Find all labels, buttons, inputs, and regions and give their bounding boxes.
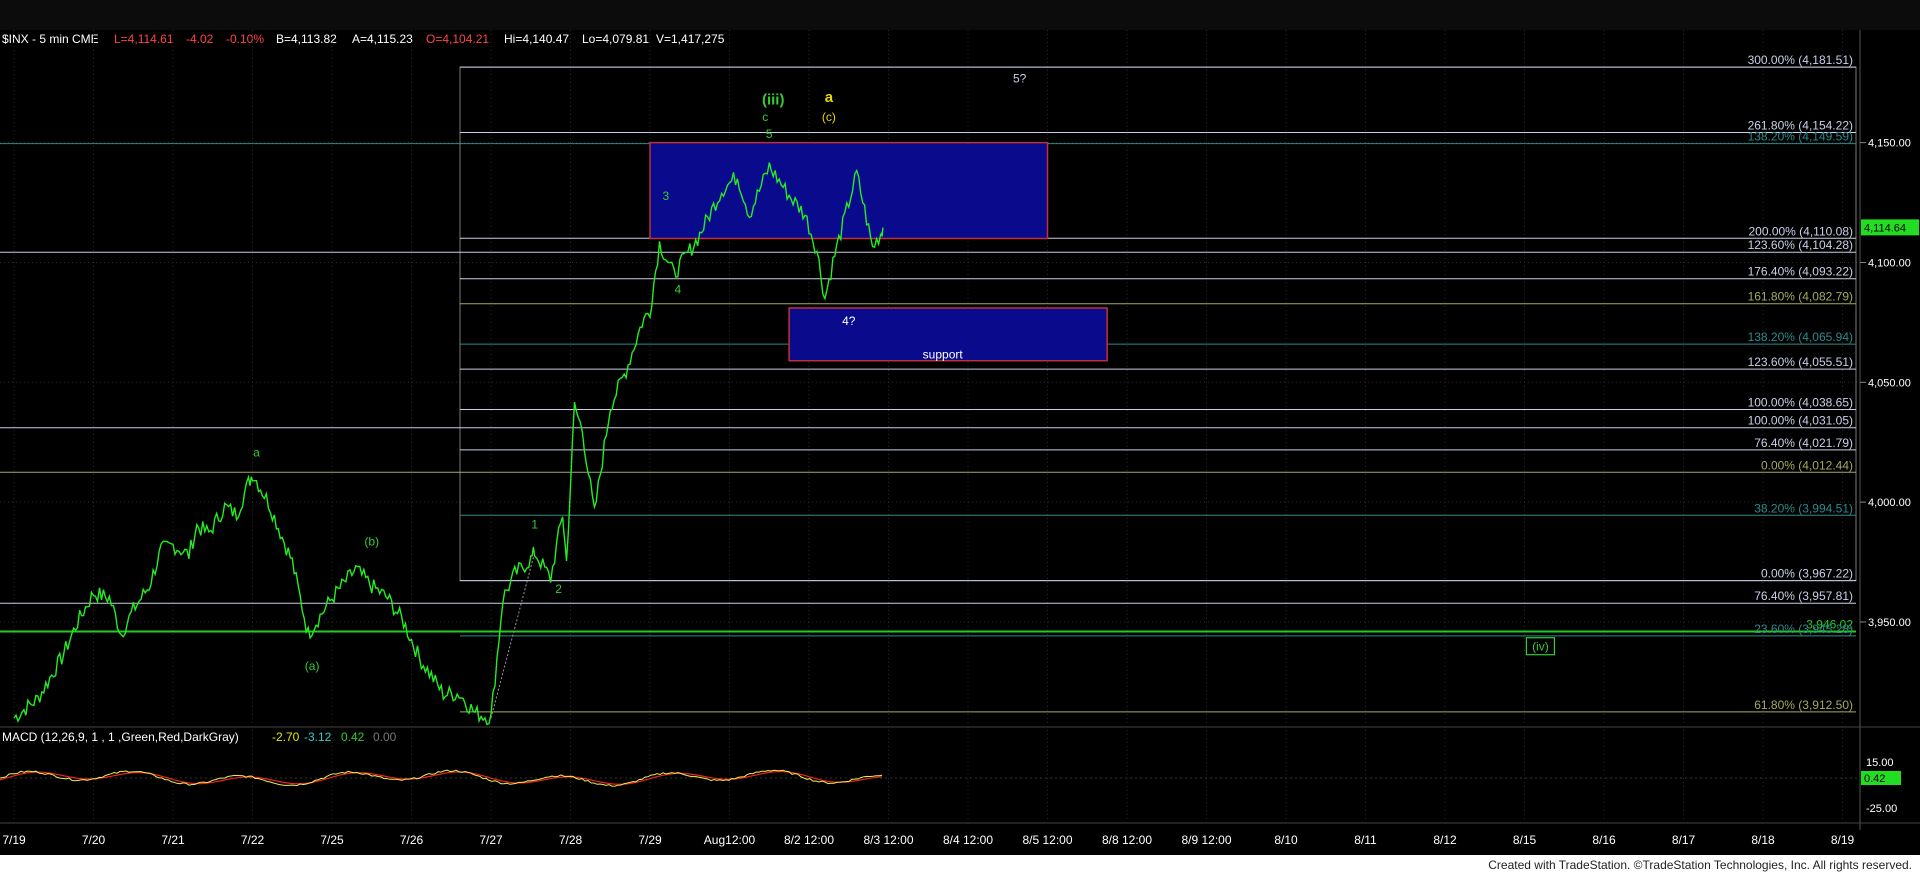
x-tick-label: 7/28 bbox=[559, 833, 583, 847]
x-tick-label: 8/18 bbox=[1751, 833, 1775, 847]
macd-current-value: 0.42 bbox=[1864, 773, 1885, 785]
x-tick-label: 7/21 bbox=[161, 833, 185, 847]
wave-label: 1 bbox=[531, 517, 538, 531]
macd-tick-bottom: -25.00 bbox=[1866, 803, 1897, 815]
high-price: Hi=4,140.47 bbox=[504, 32, 569, 46]
fib-level-label: 0.00% (4,012.44) bbox=[1761, 458, 1853, 472]
macd-panel: MACD (12,26,9, 1 , 1 ,Green,Red,DarkGray… bbox=[0, 730, 1901, 815]
macd-value-1: -2.70 bbox=[272, 730, 300, 744]
x-tick-label: 7/27 bbox=[479, 833, 503, 847]
x-tick-label: 8/4 12:00 bbox=[943, 833, 993, 847]
fib-level-label: 176.40% (4,093.22) bbox=[1748, 265, 1853, 279]
macd-value-4: 0.00 bbox=[373, 730, 397, 744]
y-tick-label: 3,950.00 bbox=[1868, 617, 1911, 629]
fib-level-label: 300.00% (4,181.51) bbox=[1748, 53, 1853, 67]
wave-label: 4 bbox=[674, 283, 681, 297]
fib-level-label: 76.40% (4,021.79) bbox=[1754, 436, 1853, 450]
fib-level-label: 23.60% (3,945.28) bbox=[1754, 622, 1853, 636]
wave-label: 5? bbox=[1013, 72, 1027, 86]
macd-label: MACD (12,26,9, 1 , 1 ,Green,Red,DarkGray… bbox=[2, 730, 239, 744]
chart-window: $INX - 5 min CME L=4,114.61 -4.02 -0.10%… bbox=[0, 0, 1920, 875]
macd-value-3: 0.42 bbox=[341, 730, 365, 744]
x-tick-label: 8/10 bbox=[1274, 833, 1298, 847]
wave-label: (iii) bbox=[762, 91, 785, 108]
x-tick-label: 8/2 12:00 bbox=[784, 833, 834, 847]
x-tick-label: 8/8 12:00 bbox=[1102, 833, 1152, 847]
fib-level-label: 138.20% (4,149.59) bbox=[1748, 130, 1853, 144]
wave-label: (c) bbox=[822, 110, 836, 124]
fib-level-label: 161.80% (4,082.79) bbox=[1748, 290, 1853, 304]
fib-level-label: 123.60% (4,055.51) bbox=[1748, 355, 1853, 369]
wave-label: 2 bbox=[555, 582, 562, 596]
y-tick-label: 4,050.00 bbox=[1868, 377, 1911, 389]
wave-label: (a) bbox=[305, 659, 320, 673]
fib-level-label: 61.80% (3,912.50) bbox=[1754, 698, 1853, 712]
x-tick-label: 8/3 12:00 bbox=[863, 833, 913, 847]
wave-label: (iv) bbox=[1532, 640, 1549, 654]
wave-label: a bbox=[825, 89, 834, 106]
fib-level-label: 0.00% (3,967.22) bbox=[1761, 567, 1853, 581]
wave-label: c bbox=[762, 110, 768, 124]
open-price: O=4,104.21 bbox=[426, 32, 489, 46]
volume: V=1,417,275 bbox=[656, 32, 725, 46]
x-tick-label: Aug12:00 bbox=[704, 833, 756, 847]
x-tick-label: 8/15 bbox=[1513, 833, 1537, 847]
footer: Created with TradeStation. ©TradeStation… bbox=[0, 855, 1920, 875]
current-price-label: 4,114.64 bbox=[1864, 222, 1906, 234]
fib-level-label: 76.40% (3,957.81) bbox=[1754, 589, 1853, 603]
ask-price: A=4,115.23 bbox=[352, 32, 413, 46]
fib-level-label: 38.20% (3,994.51) bbox=[1754, 501, 1853, 515]
macd-tick-top: 15.00 bbox=[1866, 757, 1894, 769]
x-tick-label: 7/26 bbox=[400, 833, 424, 847]
x-tick-label: 7/19 bbox=[2, 833, 26, 847]
change-value: -4.02 bbox=[186, 32, 214, 46]
y-tick-label: 4,150.00 bbox=[1868, 138, 1911, 150]
y-tick-label: 4,000.00 bbox=[1868, 497, 1911, 509]
target-zone bbox=[649, 141, 1049, 240]
fib-level-label: 200.00% (4,110.08) bbox=[1748, 224, 1853, 238]
y-tick-label: 4,100.00 bbox=[1868, 257, 1911, 269]
wave-label: 3 bbox=[663, 189, 670, 203]
bid-price: B=4,113.82 bbox=[276, 32, 337, 46]
x-tick-label: 8/16 bbox=[1592, 833, 1616, 847]
low-price: Lo=4,079.81 bbox=[582, 32, 649, 46]
support-zone-label: support bbox=[923, 348, 964, 362]
x-tick-label: 8/12 bbox=[1433, 833, 1457, 847]
last-price: L=4,114.61 bbox=[114, 32, 174, 46]
fib-level-label: 100.00% (4,031.05) bbox=[1748, 414, 1853, 428]
x-tick-label: 8/5 12:00 bbox=[1022, 833, 1072, 847]
wave-label: (b) bbox=[364, 534, 379, 548]
fib-level-label: 123.60% (4,104.28) bbox=[1748, 238, 1853, 252]
x-tick-label: 7/25 bbox=[320, 833, 344, 847]
wave-label: 4? bbox=[842, 314, 856, 328]
price-chart: $INX - 5 min CME L=4,114.61 -4.02 -0.10%… bbox=[0, 0, 1920, 847]
macd-value-2: -3.12 bbox=[304, 730, 332, 744]
x-tick-label: 8/9 12:00 bbox=[1181, 833, 1231, 847]
fib-level-label: 100.00% (4,038.65) bbox=[1748, 395, 1853, 409]
footer-credit: Created with TradeStation. ©TradeStation… bbox=[1488, 858, 1912, 872]
change-pct: -0.10% bbox=[226, 32, 264, 46]
wave-label: a bbox=[253, 446, 260, 460]
x-axis: 7/19 7/20 7/21 7/22 7/25 7/26 7/27 7/28 7/29 Aug1… bbox=[2, 833, 1854, 847]
x-tick-label: 7/29 bbox=[638, 833, 662, 847]
symbol-label: $INX - 5 min CME bbox=[2, 32, 99, 46]
x-tick-label: 7/20 bbox=[82, 833, 106, 847]
x-tick-label: 8/19 bbox=[1831, 833, 1855, 847]
x-tick-label: 8/11 bbox=[1354, 833, 1377, 847]
x-tick-label: 8/17 bbox=[1672, 833, 1696, 847]
wave-label: 5 bbox=[766, 127, 773, 141]
fib-level-label: 138.20% (4,065.94) bbox=[1748, 330, 1853, 344]
x-tick-label: 7/22 bbox=[241, 833, 265, 847]
